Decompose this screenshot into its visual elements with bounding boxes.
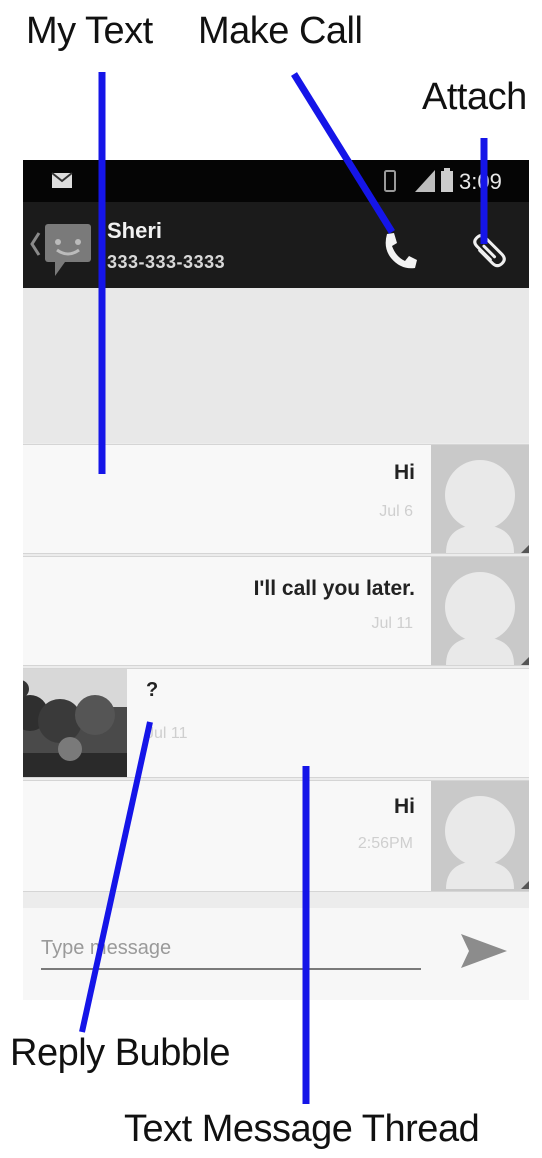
message-input[interactable]: [41, 928, 421, 970]
contact-name: Sheri: [107, 218, 163, 243]
message-bubble[interactable]: Hi Jul 6: [23, 444, 529, 554]
message-text: Hi: [394, 461, 415, 484]
avatar: [431, 781, 529, 891]
phone-screen: 3:09 Sheri 333-333-3333 Hi Jul 6 I'll ca…: [23, 160, 529, 1000]
composer: [23, 908, 529, 1000]
contact-photo: [23, 669, 127, 777]
label-text-message-thread: Text Message Thread: [124, 1108, 480, 1150]
contact-number: 333-333-3333: [107, 252, 226, 272]
status-bar: 3:09: [23, 160, 529, 202]
message-text: Hi: [394, 795, 415, 818]
message-time: 2:56PM: [357, 835, 413, 852]
avatar: [431, 557, 529, 665]
thread-empty-area: [23, 288, 529, 443]
avatar: [431, 445, 529, 553]
mail-notification-icon: [51, 172, 73, 188]
send-icon[interactable]: [459, 930, 509, 972]
message-bubble[interactable]: I'll call you later. Jul 11: [23, 556, 529, 666]
message-text: I'll call you later.: [253, 577, 415, 600]
label-reply-bubble: Reply Bubble: [10, 1032, 231, 1074]
signal-icon: [415, 170, 435, 192]
status-time: 3:09: [459, 169, 502, 194]
messaging-app-icon: [45, 224, 91, 276]
message-bubble[interactable]: Hi 2:56PM: [23, 780, 529, 892]
paperclip-icon[interactable]: [471, 228, 511, 270]
message-text: ?: [146, 679, 159, 701]
phone-icon[interactable]: [381, 230, 417, 270]
label-make-call: Make Call: [198, 10, 363, 52]
label-my-text: My Text: [26, 10, 153, 52]
reply-bubble[interactable]: ? Jul 11: [23, 668, 529, 778]
message-time: Jul 11: [371, 615, 413, 632]
label-attach: Attach: [422, 76, 527, 118]
message-time: Jul 6: [379, 503, 413, 520]
vibrate-icon: [384, 170, 396, 192]
message-time: Jul 11: [146, 725, 188, 742]
back-icon[interactable]: [29, 230, 41, 258]
battery-icon: [441, 168, 453, 192]
action-bar: [23, 202, 529, 288]
